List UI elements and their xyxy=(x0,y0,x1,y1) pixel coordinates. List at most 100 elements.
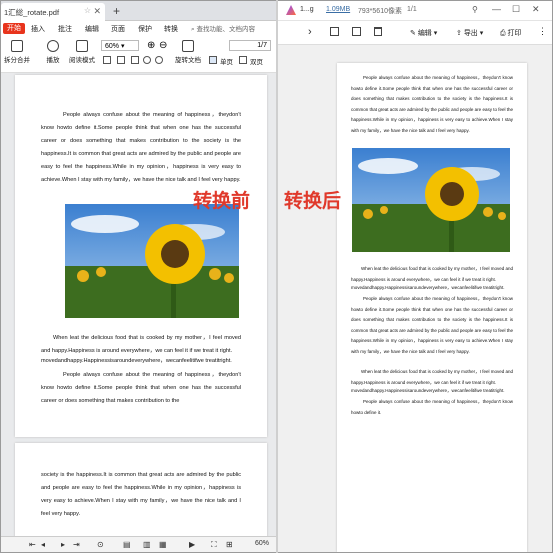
file-size[interactable]: 1.09MB xyxy=(326,6,350,13)
document-tab[interactable]: 1汇総_rotate.pdf ☆ ✕ xyxy=(1,3,105,21)
toolbar: 拆分合并 播放 阅读模式 60% ▾ ⊕ ⊖ 旋转文档 1/7 单页 双页 xyxy=(1,36,276,73)
image-dimensions: 793*5610像素 xyxy=(358,8,402,15)
menu-protect[interactable]: 保护 xyxy=(138,24,152,34)
export-menu[interactable]: ⇪ 导出 ▾ xyxy=(456,28,483,38)
last-page-icon[interactable]: ⇥ xyxy=(73,540,80,549)
paragraph-2: When leat the delicious food that is coo… xyxy=(41,334,241,354)
document-tab-title: 1汇総_rotate.pdf xyxy=(4,8,60,17)
select-icon[interactable] xyxy=(131,56,139,64)
r-paragraph-4: When leat the delicious food that is coo… xyxy=(351,369,513,385)
single-page-icon[interactable] xyxy=(209,56,217,64)
search-box[interactable]: ⌕ 查找功能、文档内容 xyxy=(191,23,255,34)
zoom-value: 60% xyxy=(105,43,120,50)
viewer-title-bar: 1...g 1.09MB 793*5610像素 1/1 ⚲ — ☐ ✕ xyxy=(278,1,552,21)
next-page-icon[interactable]: ▸ xyxy=(61,540,65,549)
single-view-icon[interactable]: ▤ xyxy=(123,540,131,549)
crop-icon[interactable] xyxy=(352,27,361,36)
page2-paragraph: society is the happiness.It is common th… xyxy=(41,472,241,518)
menu-insert[interactable]: 插入 xyxy=(31,24,45,34)
split-merge-label: 拆分合并 xyxy=(4,57,30,64)
pin-icon[interactable]: ⚲ xyxy=(472,5,478,14)
split-merge-button[interactable]: 拆分合并 xyxy=(3,40,31,64)
book-icon xyxy=(76,40,88,52)
paragraph-2b: movedandhappy.Happinessisaroundeverywher… xyxy=(41,357,232,364)
r-paragraph-5: People always confuse about the meaning … xyxy=(351,399,513,415)
menu-comment[interactable]: 批注 xyxy=(58,24,72,34)
viewer-file-name: 1...g xyxy=(300,6,314,13)
new-tab-icon[interactable]: + xyxy=(113,4,120,18)
image-viewer-pane: 1...g 1.09MB 793*5610像素 1/1 ⚲ — ☐ ✕ › ✎ … xyxy=(278,1,552,552)
status-bar: ⇤ ◂ ▸ ⇥ ⊙ ▤ ▥ ▦ ▶ ⛶ ⊞ 60% xyxy=(1,536,276,552)
r-paragraph-4b: movedandhappy.Happinessisaroundeverywher… xyxy=(351,388,505,393)
read-mode-label: 阅读模式 xyxy=(69,57,95,64)
close-window-icon[interactable]: ✕ xyxy=(532,4,540,15)
undo-icon[interactable] xyxy=(143,56,151,64)
r-paragraph-1: People always confuse about the meaning … xyxy=(351,75,513,133)
prev-page-icon[interactable]: ◂ xyxy=(41,540,45,549)
r-paragraph-2: When leat the delicious food that is coo… xyxy=(351,266,513,282)
maximize-icon[interactable]: ☐ xyxy=(512,4,520,15)
play-button[interactable]: 播放 xyxy=(43,40,63,64)
status-zoom[interactable]: 60% xyxy=(255,540,269,547)
fit-icon[interactable]: ⛶ xyxy=(211,540,217,550)
tab-bar: 1汇総_rotate.pdf ☆ ✕ + xyxy=(1,1,276,21)
star-icon[interactable]: ☆ xyxy=(84,6,91,15)
first-page-icon[interactable]: ⇤ xyxy=(29,540,36,549)
close-tab-icon[interactable]: ✕ xyxy=(93,6,101,17)
rotate-view-icon[interactable] xyxy=(330,27,339,36)
menu-bar: 开始 插入 批注 编辑 页面 保护 转换 ⌕ 查找功能、文档内容 xyxy=(1,21,276,36)
before-label: 转换前 xyxy=(193,190,251,212)
viewer-toolbar: › ✎ 编辑 ▾ ⇪ 导出 ▾ ⎙ 打印 ⋮ xyxy=(278,21,552,45)
page-count: 1/1 xyxy=(407,6,417,13)
converted-image-page: People always confuse about the meaning … xyxy=(337,63,527,552)
eye-icon[interactable]: ⊙ xyxy=(97,540,104,549)
zoom-out-icon[interactable]: ⊖ xyxy=(159,40,167,51)
menu-convert[interactable]: 转换 xyxy=(164,24,178,34)
menu-page[interactable]: 页面 xyxy=(111,24,125,34)
zoom-select[interactable]: 60% ▾ xyxy=(101,40,139,51)
r-paragraph-3: People always confuse about the meaning … xyxy=(351,296,513,354)
continuous-view-icon[interactable]: ▦ xyxy=(159,540,167,549)
document-page-2: society is the happiness.It is common th… xyxy=(15,443,267,543)
rotate-doc-label: 旋转文档 xyxy=(175,57,201,64)
expand-icon[interactable]: › xyxy=(308,26,312,38)
r-sunflower-image xyxy=(352,148,510,252)
rotate-icon xyxy=(182,40,194,52)
double-page-label[interactable]: 双页 xyxy=(250,56,263,66)
document-page-1: People always confuse about the meaning … xyxy=(15,75,267,437)
single-page-label[interactable]: 单页 xyxy=(220,56,233,66)
more-icon[interactable]: ⋮ xyxy=(538,26,547,37)
page-indicator-value: 1/7 xyxy=(257,42,267,49)
search-icon: ⌕ xyxy=(191,26,195,33)
minimize-icon[interactable]: — xyxy=(492,4,501,14)
fit-width-status-icon[interactable]: ⊞ xyxy=(226,540,233,549)
r-paragraph-2b: movedandhappy.Happinessisaroundeverywher… xyxy=(351,285,505,290)
zoom-in-icon[interactable]: ⊕ xyxy=(147,40,155,51)
paragraph-3: People always confuse about the meaning … xyxy=(41,371,241,404)
sunflower-image xyxy=(65,203,239,318)
print-label: 打印 xyxy=(507,30,522,37)
split-merge-icon xyxy=(11,40,23,52)
play-label: 播放 xyxy=(46,57,60,64)
play-icon xyxy=(47,40,59,52)
edit-menu[interactable]: ✎ 编辑 ▾ xyxy=(410,28,437,38)
pdf-editor-pane: 1汇総_rotate.pdf ☆ ✕ + 开始 插入 批注 编辑 页面 保护 转… xyxy=(1,1,276,552)
read-mode-button[interactable]: 阅读模式 xyxy=(67,40,97,64)
double-page-icon[interactable] xyxy=(239,56,247,64)
rotate-doc-button[interactable]: 旋转文档 xyxy=(173,40,203,64)
print-button[interactable]: ⎙ 打印 xyxy=(500,28,522,38)
app-logo-icon xyxy=(286,5,296,15)
menu-edit[interactable]: 编辑 xyxy=(85,24,99,34)
fit-page-icon[interactable] xyxy=(103,56,111,64)
delete-icon[interactable] xyxy=(374,27,382,36)
paragraph-1: People always confuse about the meaning … xyxy=(41,112,241,184)
play-mode-icon[interactable]: ▶ xyxy=(189,540,195,549)
menu-start[interactable]: 开始 xyxy=(3,23,25,34)
double-view-icon[interactable]: ▥ xyxy=(143,540,151,549)
page-indicator[interactable]: 1/7 xyxy=(229,40,271,51)
export-label: 导出 xyxy=(463,30,478,37)
fit-width-icon[interactable] xyxy=(117,56,125,64)
search-placeholder: 查找功能、文档内容 xyxy=(196,26,255,33)
redo-icon[interactable] xyxy=(155,56,163,64)
edit-label: 编辑 xyxy=(417,30,432,37)
